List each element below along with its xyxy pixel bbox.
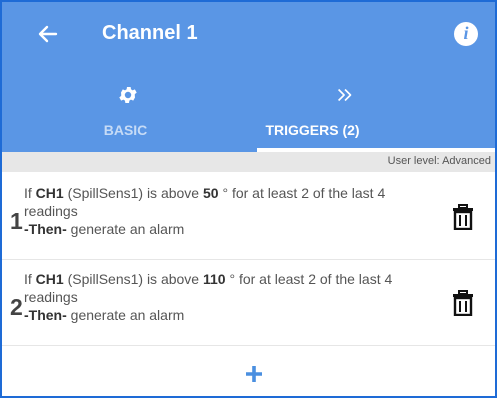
trigger-then-label: -Then-	[24, 221, 67, 237]
trigger-description: If CH1 (SpillSens1) is above 50 ° for at…	[24, 184, 424, 238]
page-title: Channel 1	[102, 22, 198, 44]
trigger-prefix: If	[24, 271, 36, 287]
trigger-channel: CH1	[35, 271, 64, 287]
double-chevron-right-icon	[337, 88, 352, 102]
add-trigger-button[interactable]	[242, 362, 266, 386]
trash-icon	[453, 204, 473, 231]
delete-trigger-button[interactable]	[452, 204, 474, 231]
trigger-description: If CH1 (SpillSens1) is above 110 ° for a…	[24, 270, 424, 324]
trigger-action: generate an alarm	[66, 307, 185, 323]
trigger-sensor: (SpillSens1) is above	[63, 185, 203, 201]
trigger-sensor: (SpillSens1) is above	[63, 271, 203, 287]
arrow-left-icon	[38, 25, 58, 43]
app-window: Channel 1 i BASIC TRIGGERS (2) User leve…	[0, 0, 497, 398]
trigger-channel: CH1	[35, 185, 64, 201]
trash-icon	[453, 290, 473, 317]
trigger-number: 1	[10, 208, 23, 234]
info-button[interactable]: i	[454, 22, 478, 46]
info-icon: i	[463, 23, 469, 43]
plus-icon	[246, 366, 262, 382]
trigger-prefix: If	[24, 185, 36, 201]
gear-icon	[119, 87, 137, 103]
back-button[interactable]	[34, 20, 62, 48]
tab-triggers-label: TRIGGERS (2)	[265, 122, 360, 138]
trigger-action: generate an alarm	[66, 221, 185, 237]
app-bar: Channel 1 i BASIC TRIGGERS (2)	[2, 2, 495, 152]
trigger-threshold: 110	[202, 271, 226, 287]
trigger-row[interactable]: 2 If CH1 (SpillSens1) is above 110 ° for…	[2, 260, 495, 346]
trigger-row[interactable]: 1 If CH1 (SpillSens1) is above 50 ° for …	[2, 174, 495, 260]
delete-trigger-button[interactable]	[452, 290, 474, 317]
user-level-bar: User level: Advanced	[2, 152, 495, 172]
trigger-then-label: -Then-	[24, 307, 67, 323]
user-level-text: User level: Advanced	[387, 155, 491, 167]
tab-triggers[interactable]: TRIGGERS (2)	[249, 72, 495, 152]
tab-basic[interactable]: BASIC	[2, 72, 249, 152]
trigger-threshold: 50	[202, 185, 219, 201]
trigger-number: 2	[10, 294, 23, 320]
